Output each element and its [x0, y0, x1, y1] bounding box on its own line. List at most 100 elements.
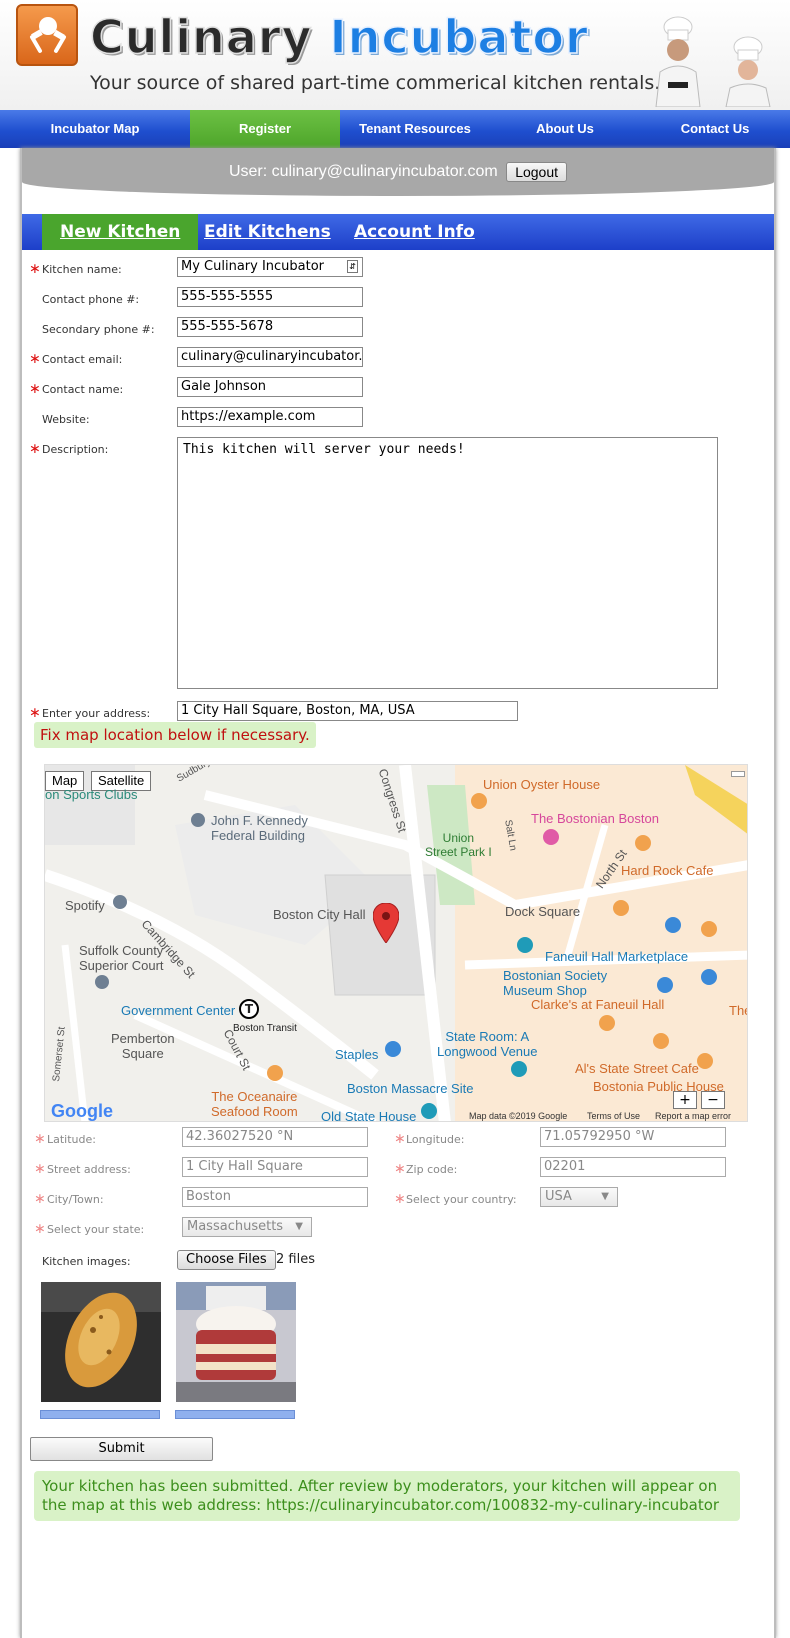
restaurant-icon	[471, 793, 487, 809]
autofill-icon: ⇵	[347, 260, 358, 273]
map-label-staples: Staples	[335, 1047, 379, 1062]
site-title[interactable]: Culinary Incubator	[89, 9, 589, 72]
map-label-clarkes: Clarke's at Faneuil Hall	[531, 997, 665, 1012]
zoom-out-button[interactable]: −	[701, 1091, 725, 1109]
files-count-text: 2 files	[276, 1252, 315, 1267]
nav-item-about-us[interactable]: About Us	[490, 110, 640, 148]
secondary-phone-input[interactable]: 555-555-5678	[177, 317, 363, 337]
restaurant-icon	[613, 900, 629, 916]
kitchen-name-value: My Culinary Incubator	[181, 259, 325, 274]
latitude-input[interactable]: 42.36027520 °N	[182, 1127, 368, 1147]
culinary-logo-icon[interactable]	[16, 4, 78, 66]
tab-new-kitchen[interactable]: New Kitchen	[42, 214, 199, 250]
subway-icon: T	[239, 999, 259, 1019]
map-report-link[interactable]: Report a map error	[655, 1111, 731, 1121]
required-marker: ∗	[29, 441, 41, 457]
shopping-icon	[665, 917, 681, 933]
nav-item-register[interactable]: Register	[190, 110, 340, 148]
location-pin-icon[interactable]	[373, 903, 399, 943]
required-marker: ∗	[394, 1131, 406, 1147]
map-label-the-b: The B	[729, 1003, 747, 1018]
required-marker: ∗	[34, 1131, 46, 1147]
zip-label: Zip code:	[406, 1163, 458, 1176]
site-title-part1: Culinary	[89, 9, 313, 65]
restaurant-icon	[599, 1015, 615, 1031]
place-icon	[191, 813, 205, 827]
restaurant-icon	[653, 1033, 669, 1049]
city-input[interactable]: Boston	[182, 1187, 368, 1207]
tab-edit-kitchens[interactable]: Edit Kitchens	[204, 214, 331, 250]
contact-phone-label: Contact phone #:	[42, 293, 140, 306]
city-label: City/Town:	[47, 1193, 104, 1206]
map-label-bostonian: The Bostonian Boston	[531, 811, 659, 826]
required-marker: ∗	[394, 1191, 406, 1207]
website-input[interactable]: https://example.com	[177, 407, 363, 427]
zip-input[interactable]: 02201	[540, 1157, 726, 1177]
kitchen-name-input[interactable]: My Culinary Incubator ⇵	[177, 257, 363, 277]
place-icon	[113, 895, 127, 909]
museum-icon	[517, 937, 533, 953]
map-label-hard-rock: Hard Rock Cafe	[621, 863, 714, 878]
address-input[interactable]: 1 City Hall Square, Boston, MA, USA	[177, 701, 518, 721]
required-marker: ∗	[394, 1161, 406, 1177]
kitchen-image-thumbnail[interactable]	[176, 1282, 296, 1402]
map-location-notice: Fix map location below if necessary.	[34, 722, 316, 748]
place-icon	[95, 975, 109, 989]
choose-files-button[interactable]: Choose Files	[177, 1250, 276, 1270]
map-label-sports-clubs: on Sports Clubs	[45, 787, 138, 802]
required-marker: ∗	[34, 1221, 46, 1237]
required-marker: ∗	[29, 705, 41, 721]
location-map[interactable]: Map Satellite Union Oyster House The Bos…	[44, 764, 748, 1122]
contact-name-label: Contact name:	[42, 383, 124, 396]
main-nav: Incubator Map Register Tenant Resources …	[0, 110, 790, 148]
country-label: Select your country:	[406, 1193, 517, 1206]
zoom-in-button[interactable]: +	[673, 1091, 697, 1109]
fullscreen-icon[interactable]	[731, 771, 745, 777]
required-marker: ∗	[29, 261, 41, 277]
state-select[interactable]: Massachusetts ▼	[182, 1217, 312, 1237]
longitude-input[interactable]: 71.05792950 °W	[540, 1127, 726, 1147]
required-marker: ∗	[34, 1191, 46, 1207]
tab-account-info[interactable]: Account Info	[354, 214, 475, 250]
required-marker: ∗	[29, 351, 41, 367]
kitchen-images-label: Kitchen images:	[42, 1255, 131, 1268]
sub-nav: New Kitchen Edit Kitchens Account Info	[22, 214, 774, 250]
kitchen-image-thumbnail[interactable]	[41, 1282, 161, 1402]
map-label-union-oyster: Union Oyster House	[483, 777, 601, 792]
submission-success-message: Your kitchen has been submitted. After r…	[34, 1471, 740, 1521]
dropdown-arrow-icon: ▼	[601, 1191, 609, 1202]
google-logo: Google	[51, 1101, 113, 1121]
restaurant-icon	[267, 1065, 283, 1081]
logout-button[interactable]: Logout	[506, 162, 568, 182]
contact-email-label: Contact email:	[42, 353, 123, 366]
map-data-credit: Map data ©2019 Google	[469, 1111, 568, 1121]
dropdown-arrow-icon: ▼	[295, 1221, 303, 1232]
upload-progress-bar	[40, 1410, 160, 1419]
street-input[interactable]: 1 City Hall Square	[182, 1157, 368, 1177]
latitude-label: Latitude:	[47, 1133, 96, 1146]
flatbread-photo	[41, 1282, 161, 1402]
map-label-als: Al's State Street Cafe	[575, 1061, 699, 1076]
submit-button[interactable]: Submit	[30, 1437, 213, 1461]
contact-name-input[interactable]: Gale Johnson	[177, 377, 363, 397]
shopping-icon	[657, 977, 673, 993]
map-label-state-room: State Room: A Longwood Venue	[437, 1029, 538, 1059]
nav-item-tenant-resources[interactable]: Tenant Resources	[340, 110, 490, 148]
description-label: Description:	[42, 443, 109, 456]
country-select[interactable]: USA ▼	[540, 1187, 618, 1207]
map-terms-link[interactable]: Terms of Use	[587, 1111, 640, 1121]
contact-phone-input[interactable]: 555-555-5555	[177, 287, 363, 307]
contact-email-input[interactable]: culinary@culinaryincubator.c	[177, 347, 363, 367]
upload-progress-bar	[175, 1410, 295, 1419]
map-label-massacre: Boston Massacre Site	[347, 1081, 474, 1096]
map-label-jfk: John F. Kennedy Federal Building	[211, 813, 308, 843]
country-select-value: USA	[545, 1189, 572, 1204]
nav-item-contact-us[interactable]: Contact Us	[640, 110, 790, 148]
description-textarea[interactable]: This kitchen will server your needs!	[177, 437, 718, 689]
map-label-pemberton: Pemberton Square	[111, 1031, 175, 1061]
shopping-icon	[701, 969, 717, 985]
shopping-icon	[385, 1041, 401, 1057]
nav-item-incubator-map[interactable]: Incubator Map	[0, 110, 190, 148]
map-label-city-hall: Boston City Hall	[273, 907, 366, 922]
kitchen-name-label: Kitchen name:	[42, 263, 122, 276]
